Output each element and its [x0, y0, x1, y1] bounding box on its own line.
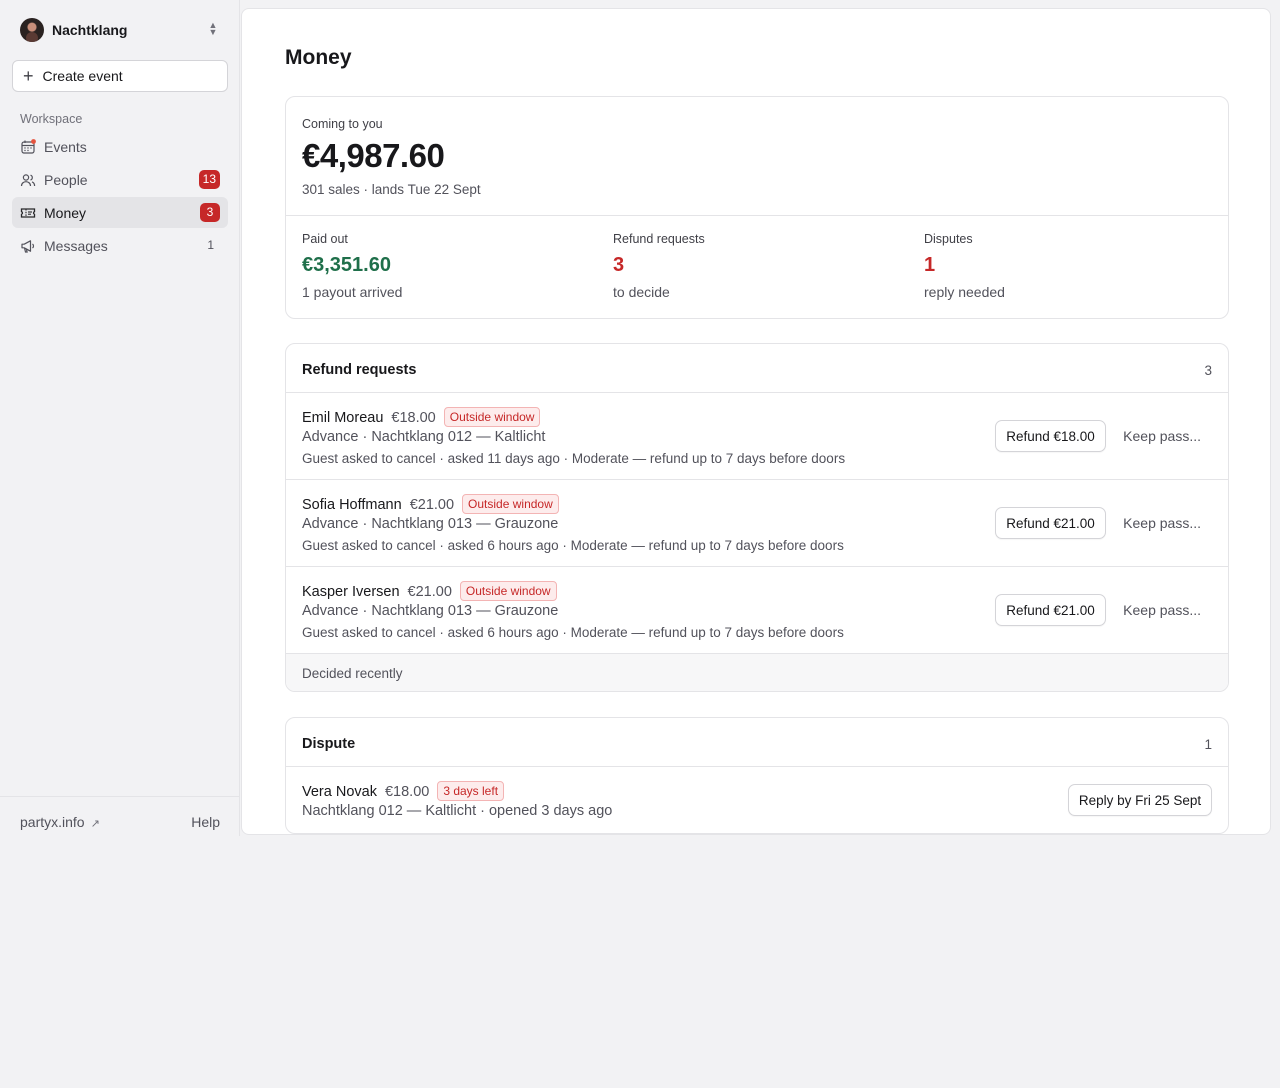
stat-label: Refund requests	[613, 232, 705, 246]
partyx-link[interactable]: partyx.info ↗	[20, 814, 100, 830]
card-title: Dispute	[302, 736, 356, 752]
sidebar-item-money[interactable]: Money 3	[12, 197, 228, 228]
partyx-link-label: partyx.info	[20, 814, 85, 830]
guest-name: Kasper Iversen	[302, 584, 400, 600]
status-badge: Outside window	[459, 581, 557, 601]
dispute-details: Nachtklang 012 — Kaltlicht · opened 3 da…	[302, 803, 613, 819]
stat-disputes: Disputes 1 reply needed	[924, 232, 1224, 300]
guest-name: Vera Novak	[302, 784, 377, 800]
chevron-up-down-icon: ▲ ▼	[208, 20, 218, 37]
refund-button[interactable]: Refund €21.00	[995, 507, 1106, 539]
refund-amount: €18.00	[391, 410, 436, 426]
status-badge: Outside window	[443, 407, 541, 427]
stat-refund-requests: Refund requests 3 to decide	[613, 232, 913, 300]
org-name: Nachtklang	[52, 22, 128, 38]
card-count: 3	[1204, 363, 1212, 378]
ticket-info: Advance · Nachtklang 013 — Grauzone	[302, 603, 559, 619]
calendar-icon	[20, 138, 36, 155]
keep-pass-button[interactable]: Keep pass...	[1123, 515, 1201, 531]
coming-label: Coming to you	[302, 117, 383, 131]
sidebar-item-messages[interactable]: Messages 1	[12, 230, 228, 261]
keep-pass-button[interactable]: Keep pass...	[1123, 428, 1201, 444]
row-header: Emil Moreau €18.00 Outside window	[302, 407, 541, 427]
sidebar: Nachtklang ▲ ▼ + Create event Workspace E…	[0, 0, 240, 836]
stat-sub: reply needed	[924, 284, 1005, 300]
coming-amount: €4,987.60	[302, 137, 445, 174]
card-header: Refund requests 3	[286, 344, 1228, 393]
main-panel: Money Coming to you €4,987.60 301 sales …	[241, 8, 1271, 835]
sidebar-item-events[interactable]: Events	[12, 131, 228, 162]
status-badge: Outside window	[462, 494, 559, 514]
request-details: Guest asked to cancel · asked 6 hours ag…	[302, 538, 844, 553]
sidebar-item-label: Money	[44, 204, 87, 221]
deadline-badge: 3 days left	[437, 781, 505, 801]
refund-button[interactable]: Refund €18.00	[995, 420, 1106, 452]
money-badge: 3	[200, 203, 220, 222]
sidebar-item-label: People	[44, 171, 88, 188]
refund-amount: €21.00	[407, 584, 452, 600]
guest-name: Sofia Hoffmann	[302, 497, 402, 513]
create-event-label: Create event	[42, 68, 123, 84]
sidebar-item-label: Events	[44, 138, 87, 155]
external-link-icon: ↗	[90, 818, 100, 830]
help-link[interactable]: Help	[191, 814, 220, 830]
sidebar-item-label: Messages	[44, 237, 108, 254]
ticket-info: Advance · Nachtklang 013 — Grauzone	[302, 516, 559, 532]
stat-label: Paid out	[302, 232, 348, 246]
request-details: Guest asked to cancel · asked 6 hours ag…	[302, 625, 844, 640]
money-summary-card: Coming to you €4,987.60 301 sales · land…	[285, 96, 1229, 319]
sidebar-item-people[interactable]: People 13	[12, 164, 228, 195]
sidebar-footer: partyx.info ↗ Help	[0, 796, 240, 836]
stat-sub: to decide	[613, 284, 670, 300]
create-event-button[interactable]: + Create event	[12, 60, 228, 92]
ticket-info: Advance · Nachtklang 012 — Kaltlicht	[302, 429, 546, 445]
request-details: Guest asked to cancel · asked 11 days ag…	[302, 451, 846, 466]
row-header: Kasper Iversen €21.00 Outside window	[302, 581, 557, 601]
org-avatar	[20, 18, 44, 42]
people-badge: 13	[198, 170, 220, 189]
reply-button[interactable]: Reply by Fri 25 Sept	[1068, 784, 1212, 816]
messages-count: 1	[207, 238, 214, 252]
refund-row: Emil Moreau €18.00 Outside window Advance …	[286, 393, 1228, 480]
megaphone-icon	[20, 238, 36, 254]
stat-value: 3	[613, 254, 625, 276]
refund-row: Kasper Iversen €21.00 Outside window Advan…	[286, 567, 1228, 654]
coming-sub: 301 sales · lands Tue 22 Sept	[302, 182, 481, 197]
card-header: Dispute 1	[286, 718, 1228, 767]
card-title: Refund requests	[302, 362, 417, 378]
refund-requests-card: Refund requests 3 Emil Moreau €18.00 Outsi…	[285, 343, 1229, 692]
plus-icon: +	[23, 66, 34, 86]
people-icon	[20, 172, 36, 188]
row-header: Sofia Hoffmann €21.00 Outside window	[302, 494, 559, 514]
refund-button[interactable]: Refund €21.00	[995, 594, 1106, 626]
stat-paid-out: Paid out €3,351.60 1 payout arrived	[302, 232, 602, 300]
stat-value: €3,351.60	[302, 254, 391, 276]
divider	[286, 215, 1228, 216]
decided-recently-toggle[interactable]: Decided recently	[286, 654, 1228, 691]
ticket-icon	[20, 205, 36, 221]
dispute-card: Dispute 1 Vera Novak €18.00 3 days left Na…	[285, 717, 1229, 834]
stat-value: 1	[924, 254, 936, 276]
section-label-workspace: Workspace	[20, 112, 83, 126]
refund-amount: €21.00	[409, 497, 455, 513]
dispute-amount: €18.00	[384, 784, 430, 800]
page-title: Money	[285, 46, 352, 69]
decided-recently-label: Decided recently	[302, 666, 403, 681]
stat-label: Disputes	[924, 232, 973, 246]
stat-sub: 1 payout arrived	[302, 284, 403, 300]
card-count: 1	[1204, 737, 1212, 752]
org-switcher[interactable]: Nachtklang ▲ ▼	[12, 14, 228, 46]
guest-name: Emil Moreau	[302, 410, 384, 426]
sidebar-divider	[239, 0, 240, 836]
dispute-header: Vera Novak €18.00 3 days left	[302, 781, 505, 801]
refund-row: Sofia Hoffmann €21.00 Outside window Advan…	[286, 480, 1228, 567]
keep-pass-button[interactable]: Keep pass...	[1123, 602, 1201, 618]
